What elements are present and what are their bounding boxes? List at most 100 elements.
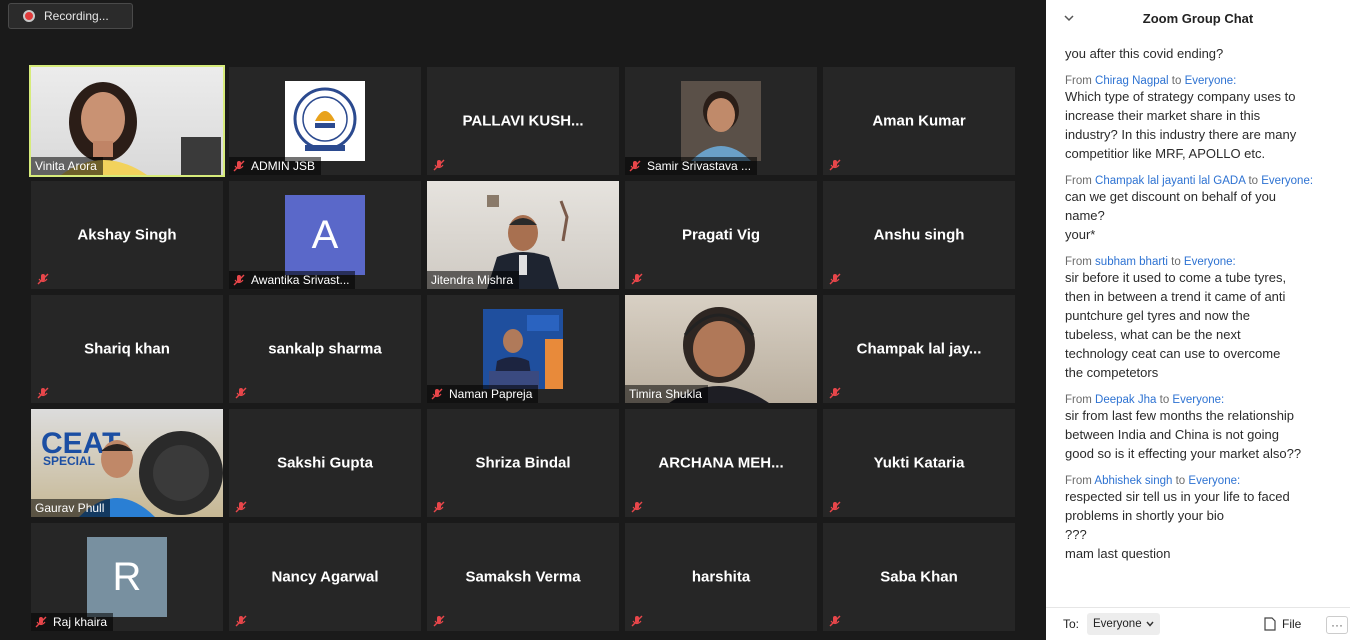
video-tile[interactable]: PALLAVI KUSH... <box>427 67 619 175</box>
message-text: industry? In this industry there are man… <box>1065 127 1297 142</box>
muted-mic-icon <box>233 160 245 172</box>
participant-name: Yukti Kataria <box>873 454 965 472</box>
sender-name[interactable]: Deepak Jha <box>1095 394 1156 406</box>
message-text: sir from last few months the relationshi… <box>1065 408 1295 423</box>
participant-name: Champak lal jay... <box>856 340 982 358</box>
chevron-down-icon[interactable] <box>1063 12 1075 24</box>
video-tile[interactable]: CEAT SPECIAL Gaurav Phull <box>31 409 223 517</box>
muted-mic-icon <box>235 387 247 399</box>
message-text: good so is it effecting your market also… <box>1065 446 1302 461</box>
recipient-name[interactable]: Everyone: <box>1172 394 1224 406</box>
muted-mic-icon <box>631 501 643 513</box>
muted-mic-icon <box>433 159 445 171</box>
to-word: to <box>1171 256 1181 268</box>
muted-mic-icon <box>37 273 49 285</box>
message-text: between India and China is not going <box>1065 427 1279 442</box>
message-text: then in between a trend it came of anti <box>1065 289 1286 304</box>
video-tile[interactable]: Vinita Arora <box>29 65 225 177</box>
recipient-name[interactable]: Everyone: <box>1188 475 1240 487</box>
video-tile[interactable]: Yukti Kataria <box>823 409 1015 517</box>
sender-name[interactable]: Chirag Nagpal <box>1095 75 1169 87</box>
message-text: increase their market share in this <box>1065 108 1261 123</box>
muted-mic-icon <box>35 616 47 628</box>
record-icon <box>23 10 35 22</box>
participant-name-label: Vinita Arora <box>31 157 103 175</box>
video-tile[interactable]: ARCHANA MEH... <box>625 409 817 517</box>
muted-mic-icon <box>631 273 643 285</box>
message-list: From Chirag Nagpal to Everyone: Which typ… <box>1065 75 1327 563</box>
to-word: to <box>1171 75 1182 87</box>
sender-name[interactable]: Champak lal jayanti lal GADA <box>1095 175 1245 187</box>
recipient-name[interactable]: Everyone: <box>1185 75 1237 87</box>
participant-name: Pragati Vig <box>681 226 761 244</box>
video-tile[interactable]: Jitendra Mishra <box>427 181 619 289</box>
participant-name: Aman Kumar <box>872 112 966 130</box>
recipient-name[interactable]: Everyone: <box>1184 256 1236 268</box>
sender-name[interactable]: subham bharti <box>1095 256 1168 268</box>
video-tile[interactable]: ADMIN JSB <box>229 67 421 175</box>
video-tile[interactable]: Samaksh Verma <box>427 523 619 631</box>
participant-name-label: ADMIN JSB <box>229 157 322 175</box>
muted-mic-icon <box>631 615 643 627</box>
to-word: to <box>1248 175 1259 187</box>
message-text: tubeless, what can be the next <box>1065 327 1241 342</box>
participant-name-label: Gaurav Phull <box>31 499 111 517</box>
muted-mic-icon <box>829 159 841 171</box>
chat-messages: you after this covid ending? From Chirag… <box>1065 44 1327 563</box>
from-word: From <box>1065 175 1092 187</box>
video-tile[interactable]: Sakshi Gupta <box>229 409 421 517</box>
from-word: From <box>1065 256 1092 268</box>
video-tile[interactable]: R Raj khaira <box>31 523 223 631</box>
video-tile[interactable]: Anshu singh <box>823 181 1015 289</box>
video-tile[interactable]: A Awantika Srivast... <box>229 181 421 289</box>
from-word: From <box>1065 75 1092 87</box>
muted-mic-icon <box>433 501 445 513</box>
chat-panel: Zoom Group Chat you after this covid end… <box>1046 0 1350 640</box>
message-sender-line: From Champak lal jayanti lal GADA to Eve… <box>1065 175 1327 187</box>
chat-title: Zoom Group Chat <box>1142 10 1254 26</box>
message-text: ??? <box>1065 527 1087 542</box>
participant-name: Saba Khan <box>880 568 958 586</box>
sender-name[interactable]: Abhishek singh <box>1094 475 1172 487</box>
video-tile[interactable]: Pragati Vig <box>625 181 817 289</box>
muted-mic-icon <box>37 387 49 399</box>
message-text: competitior like MRF, APOLLO etc. <box>1065 146 1266 161</box>
video-tile[interactable]: harshita <box>625 523 817 631</box>
participant-name-label: Naman Papreja <box>427 385 539 403</box>
file-button[interactable]: File <box>1264 617 1301 631</box>
participant-name: sankalp sharma <box>268 340 382 358</box>
participant-name: PALLAVI KUSH... <box>462 112 584 130</box>
video-tile[interactable]: sankalp sharma <box>229 295 421 403</box>
video-tile[interactable]: Shriza Bindal <box>427 409 619 517</box>
recipient-select[interactable]: Everyone <box>1087 613 1160 635</box>
participant-name: Akshay Singh <box>77 226 177 244</box>
muted-mic-icon <box>829 615 841 627</box>
chat-header: Zoom Group Chat <box>1046 0 1350 36</box>
video-tile[interactable]: Timira Shukla <box>625 295 817 403</box>
video-tile[interactable]: Samir Srivastava ... <box>625 67 817 175</box>
recording-indicator[interactable]: Recording... <box>8 3 133 29</box>
video-tile[interactable]: Saba Khan <box>823 523 1015 631</box>
video-tile[interactable]: Nancy Agarwal <box>229 523 421 631</box>
recording-label: Recording... <box>44 9 109 23</box>
message-text: the competetors <box>1065 365 1159 380</box>
video-tile[interactable]: Naman Papreja <box>427 295 619 403</box>
avatar: R <box>87 537 167 617</box>
message-fragment: you after this covid ending? <box>1065 46 1224 61</box>
to-word: to <box>1159 394 1170 406</box>
more-options-button[interactable]: ··· <box>1326 616 1348 634</box>
message-text: Which type of strategy company uses to <box>1065 89 1296 104</box>
avatar: A <box>285 195 365 275</box>
participant-name: Shriza Bindal <box>475 454 571 472</box>
video-tile[interactable]: Aman Kumar <box>823 67 1015 175</box>
video-tile[interactable]: Champak lal jay... <box>823 295 1015 403</box>
muted-mic-icon <box>235 615 247 627</box>
message-text: sir before it used to come a tube tyres, <box>1065 270 1287 285</box>
message-sender-line: From Abhishek singh to Everyone: <box>1065 475 1327 487</box>
participant-name: Samaksh Verma <box>465 568 581 586</box>
video-tile[interactable]: Shariq khan <box>31 295 223 403</box>
recipient-name[interactable]: Everyone: <box>1261 175 1313 187</box>
message-text: puntchure gel tyres and now the <box>1065 308 1251 323</box>
video-tile[interactable]: Akshay Singh <box>31 181 223 289</box>
file-icon <box>1264 617 1276 631</box>
